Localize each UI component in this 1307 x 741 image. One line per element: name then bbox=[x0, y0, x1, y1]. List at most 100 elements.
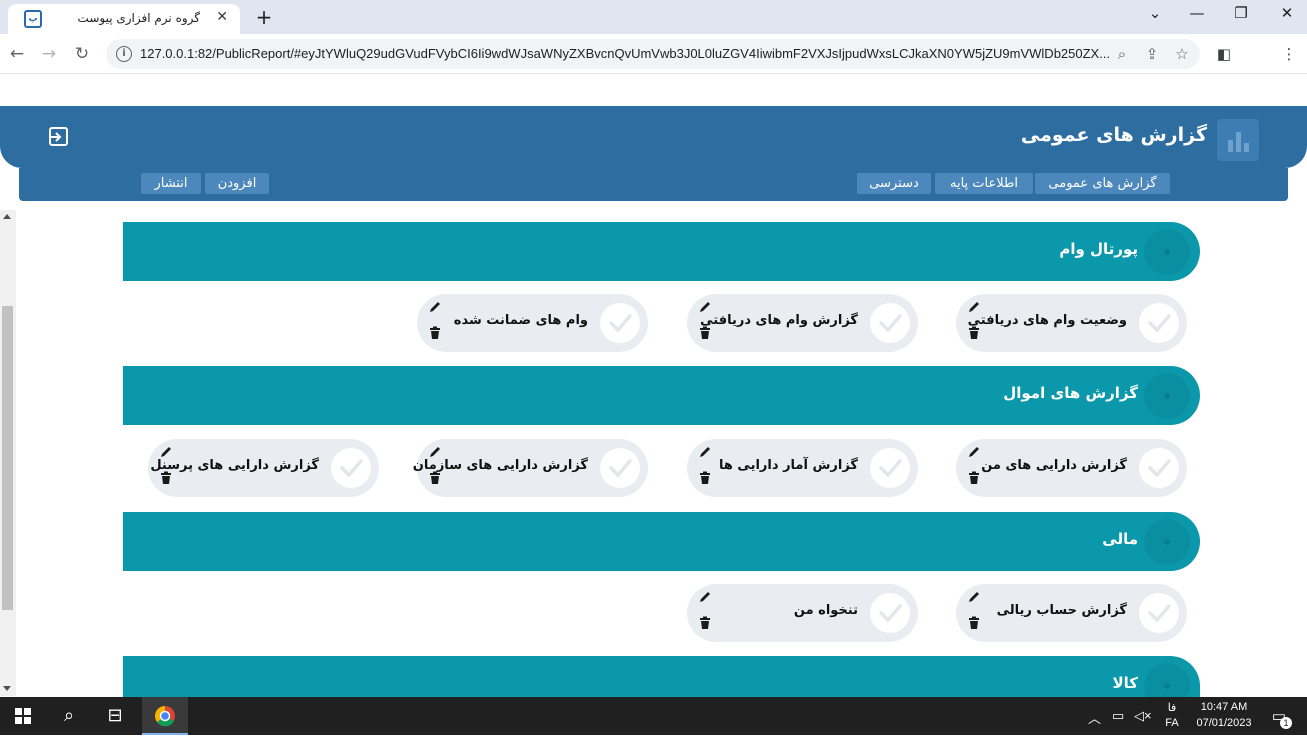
check-icon bbox=[331, 448, 371, 488]
url-text[interactable]: 127.0.0.1:82/PublicReport/#eyJtYWluQ29ud… bbox=[140, 46, 1110, 61]
edit-pencil-icon[interactable] bbox=[698, 300, 712, 314]
report-name: گزارش حساب ریالی bbox=[996, 603, 1127, 618]
menu-base-info[interactable]: اطلاعات پایه bbox=[935, 173, 1033, 194]
search-icon[interactable]: ⌕ bbox=[46, 697, 92, 735]
report-name: تنخواه من bbox=[793, 603, 858, 618]
tab-title: گروه نرم افزاری پیوست bbox=[77, 11, 200, 25]
edit-pencil-icon[interactable] bbox=[698, 445, 712, 459]
check-icon bbox=[1139, 303, 1179, 343]
check-icon bbox=[1139, 593, 1179, 633]
edit-pencil-icon[interactable] bbox=[967, 300, 981, 314]
volume-muted-icon[interactable]: ◁× bbox=[1134, 708, 1152, 724]
check-icon bbox=[870, 303, 910, 343]
report-name: وام های ضمانت شده bbox=[453, 313, 588, 328]
windows-start-icon[interactable] bbox=[0, 697, 46, 735]
section-expand-icon[interactable] bbox=[1144, 229, 1190, 275]
delete-trash-icon[interactable] bbox=[967, 326, 981, 340]
app-header: گزارش های عمومی bbox=[0, 106, 1307, 168]
zoom-icon[interactable]: ⌕ bbox=[1112, 44, 1132, 64]
back-icon[interactable]: ← bbox=[6, 43, 28, 65]
report-name: گزارش وام های دریافتی bbox=[700, 313, 858, 328]
scroll-thumb[interactable] bbox=[2, 306, 13, 610]
browser-tab[interactable]: پ گروه نرم افزاری پیوست ✕ bbox=[8, 4, 240, 34]
edit-pencil-icon[interactable] bbox=[698, 590, 712, 604]
tab-search-icon[interactable]: ⌄ bbox=[1140, 4, 1170, 22]
delete-trash-icon[interactable] bbox=[428, 326, 442, 340]
section-title: گزارش های اموال bbox=[1003, 384, 1138, 402]
clock-date[interactable]: 07/01/2023 bbox=[1192, 717, 1256, 729]
menu-bar: گزارش های عمومی اطلاعات پایه دسترسی افزو… bbox=[19, 168, 1288, 201]
check-icon bbox=[870, 448, 910, 488]
logout-icon[interactable] bbox=[48, 126, 70, 148]
report-card[interactable]: تنخواه من bbox=[687, 584, 918, 642]
tray-overflow-icon[interactable]: ︿ bbox=[1088, 708, 1101, 727]
edit-pencil-icon[interactable] bbox=[159, 445, 173, 459]
page-title: گزارش های عمومی bbox=[1020, 124, 1207, 146]
delete-trash-icon[interactable] bbox=[159, 471, 173, 485]
report-name: گزارش آمار دارایی ها bbox=[719, 458, 858, 473]
section-expand-icon[interactable] bbox=[1144, 373, 1190, 419]
edit-pencil-icon[interactable] bbox=[967, 445, 981, 459]
battery-icon[interactable]: ▭ bbox=[1112, 708, 1124, 724]
section-header-goods[interactable]: کالا bbox=[123, 656, 1200, 709]
report-card[interactable]: وضعیت وام های دریافتی bbox=[956, 294, 1187, 352]
language-indicator-top[interactable]: فا bbox=[1162, 701, 1182, 714]
close-window-button[interactable]: ✕ bbox=[1272, 4, 1302, 22]
notification-badge: 1 bbox=[1280, 717, 1292, 729]
forward-icon[interactable]: → bbox=[38, 43, 60, 65]
report-card[interactable]: گزارش دارایی های پرسنل bbox=[148, 439, 379, 497]
reload-icon[interactable]: ↻ bbox=[71, 43, 93, 65]
site-favicon-icon: پ bbox=[24, 10, 42, 28]
section-header-loan-portal[interactable]: پورتال وام bbox=[123, 222, 1200, 281]
delete-trash-icon[interactable] bbox=[428, 471, 442, 485]
report-card[interactable]: گزارش حساب ریالی bbox=[956, 584, 1187, 642]
scroll-up-icon[interactable] bbox=[3, 214, 11, 219]
tab-close-icon[interactable]: ✕ bbox=[216, 9, 228, 25]
edit-pencil-icon[interactable] bbox=[967, 590, 981, 604]
check-icon bbox=[600, 303, 640, 343]
check-icon bbox=[1139, 448, 1179, 488]
section-header-property-reports[interactable]: گزارش های اموال bbox=[123, 366, 1200, 425]
section-title: مالی bbox=[1102, 530, 1138, 548]
delete-trash-icon[interactable] bbox=[967, 471, 981, 485]
edit-pencil-icon[interactable] bbox=[428, 445, 442, 459]
report-card[interactable]: گزارش وام های دریافتی bbox=[687, 294, 918, 352]
section-title: پورتال وام bbox=[1059, 240, 1138, 258]
report-name: وضعیت وام های دریافتی bbox=[967, 313, 1127, 328]
check-icon bbox=[600, 448, 640, 488]
report-name: گزارش دارایی های پرسنل bbox=[150, 458, 319, 473]
share-icon[interactable]: ⇪ bbox=[1142, 44, 1162, 64]
section-header-finance[interactable]: مالی bbox=[123, 512, 1200, 571]
delete-trash-icon[interactable] bbox=[967, 616, 981, 630]
delete-trash-icon[interactable] bbox=[698, 326, 712, 340]
delete-trash-icon[interactable] bbox=[698, 616, 712, 630]
chrome-taskbar-icon[interactable] bbox=[142, 697, 188, 735]
bookmark-star-icon[interactable]: ☆ bbox=[1172, 44, 1192, 64]
section-expand-icon[interactable] bbox=[1144, 519, 1190, 565]
task-view-icon[interactable]: ⊟ bbox=[92, 697, 138, 735]
address-bar[interactable]: i 127.0.0.1:82/PublicReport/#eyJtYWluQ29… bbox=[106, 39, 1200, 69]
menu-access[interactable]: دسترسی bbox=[857, 173, 931, 194]
browser-toolbar: ← → ↻ i 127.0.0.1:82/PublicReport/#eyJtY… bbox=[0, 34, 1307, 74]
site-info-icon[interactable]: i bbox=[116, 46, 132, 62]
browser-menu-icon[interactable]: ⋮ bbox=[1278, 43, 1300, 65]
report-card[interactable]: گزارش دارایی های من bbox=[956, 439, 1187, 497]
add-button[interactable]: افزودن bbox=[205, 173, 269, 194]
side-panel-icon[interactable]: ◧ bbox=[1213, 43, 1235, 65]
page-scrollbar[interactable] bbox=[0, 210, 16, 696]
language-indicator[interactable]: FA bbox=[1162, 717, 1182, 729]
report-card[interactable]: گزارش دارایی های سازمان bbox=[413, 439, 648, 497]
scroll-down-icon[interactable] bbox=[3, 686, 11, 691]
report-card[interactable]: وام های ضمانت شده bbox=[417, 294, 648, 352]
publish-button[interactable]: انتشار bbox=[141, 173, 201, 194]
report-chart-icon bbox=[1217, 119, 1259, 161]
delete-trash-icon[interactable] bbox=[698, 471, 712, 485]
report-card[interactable]: گزارش آمار دارایی ها bbox=[687, 439, 918, 497]
clock-time[interactable]: 10:47 AM bbox=[1192, 701, 1256, 713]
minimize-button[interactable]: — bbox=[1182, 4, 1212, 22]
menu-public-reports[interactable]: گزارش های عمومی bbox=[1035, 173, 1170, 194]
new-tab-button[interactable]: + bbox=[252, 6, 276, 30]
restore-button[interactable]: ❐ bbox=[1226, 4, 1256, 22]
edit-pencil-icon[interactable] bbox=[428, 300, 442, 314]
section-title: کالا bbox=[1112, 674, 1138, 692]
